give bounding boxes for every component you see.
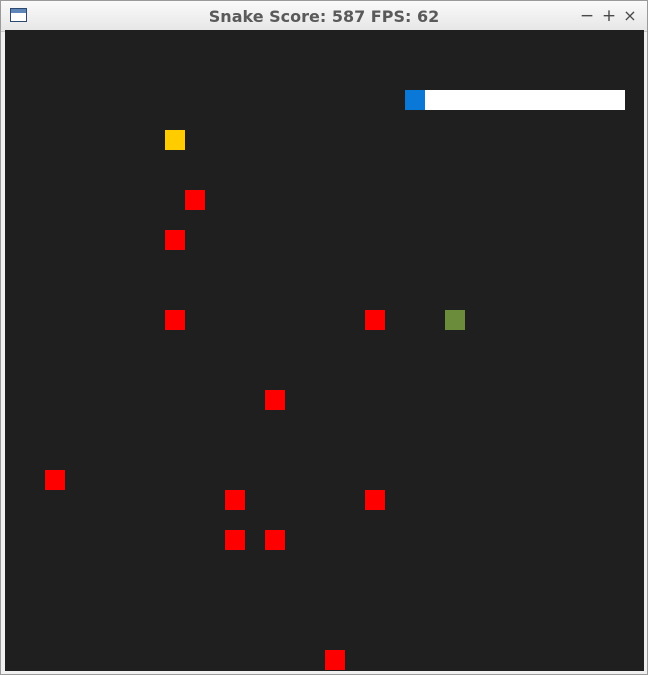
game-window: Snake Score: 587 FPS: 62 − + ×	[0, 0, 648, 675]
obstacle-block	[265, 530, 285, 550]
snake-head	[445, 310, 465, 330]
obstacle-block	[225, 490, 245, 510]
obstacle-block	[185, 190, 205, 210]
obstacle-block	[325, 650, 345, 670]
window-title: Snake Score: 587 FPS: 62	[208, 7, 440, 26]
maximize-button[interactable]: +	[599, 5, 619, 27]
obstacle-block	[165, 310, 185, 330]
obstacle-block	[165, 230, 185, 250]
progress-bar	[405, 90, 625, 110]
progress-bar-fill	[405, 90, 425, 110]
obstacle-block	[365, 490, 385, 510]
obstacle-block	[265, 390, 285, 410]
game-board[interactable]	[5, 30, 644, 671]
minimize-button[interactable]: −	[577, 5, 597, 27]
obstacle-block	[45, 470, 65, 490]
food-item	[165, 130, 185, 150]
close-button[interactable]: ×	[620, 5, 640, 27]
obstacle-block	[225, 530, 245, 550]
obstacle-block	[365, 310, 385, 330]
title-bar[interactable]: Snake Score: 587 FPS: 62 − + ×	[1, 1, 647, 32]
